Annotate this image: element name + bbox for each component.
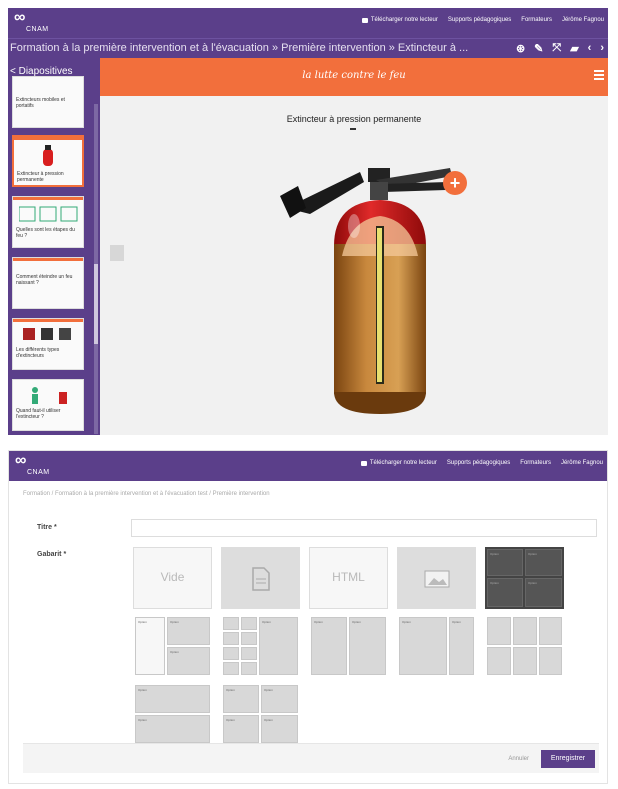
slides-sidebar: < Diapositives Extincteurs mobiles et po…: [8, 58, 100, 435]
template-cell: [513, 647, 537, 675]
slide-canvas: Extincteur à pression permanente +: [100, 96, 608, 435]
download-player-link[interactable]: Télécharger notre lecteur: [361, 17, 438, 23]
template-cell: [241, 662, 257, 675]
teaching-materials-link[interactable]: Supports pédagogiques: [448, 17, 511, 23]
extinguisher-thumb-icon: [43, 145, 53, 166]
template-cell: Option: [167, 617, 210, 645]
document-icon: [252, 567, 270, 591]
slide-header-title: la lutte contre le feu: [302, 70, 406, 81]
app-logo-2[interactable]: ∞ CNAM: [15, 453, 55, 479]
template-four-grid[interactable]: Option Option Option Option: [221, 683, 300, 745]
slide-thumbnail-2[interactable]: Extincteur à pression permanente: [12, 135, 84, 187]
template-cell: Option: [135, 617, 165, 675]
template-document[interactable]: [221, 547, 300, 609]
template-quad-dark[interactable]: Option Option Option Option: [485, 547, 564, 609]
slide-list: Extincteurs mobiles et portatifs Extinct…: [12, 76, 92, 435]
user-menu[interactable]: Jérôme Fagnou: [562, 17, 604, 23]
template-cell: Option: [487, 549, 523, 576]
app-logo[interactable]: ∞ CNAM: [14, 10, 54, 36]
form-footer: Annuler Enregistrer: [23, 743, 599, 773]
template-cell: [223, 617, 239, 630]
slide-title: Extincteur à pression permanente: [286, 114, 422, 124]
sidebar-scrollbar[interactable]: [94, 104, 98, 434]
trainers-link[interactable]: Formateurs: [521, 17, 552, 23]
slide-editor-screenshot: ∞ CNAM Télécharger notre lecteur Support…: [8, 8, 608, 435]
slide-thumbnail-4[interactable]: Comment éteindre un feu naissant ?: [12, 257, 84, 309]
template-cell: [223, 662, 239, 675]
slide-thumbnail-6[interactable]: Quand faut-il utiliser l'extincteur ?: [12, 379, 84, 431]
chevron-right-icon[interactable]: ›: [600, 42, 604, 55]
title-bar: Formation à la première intervention et …: [8, 38, 608, 58]
template-cell: [539, 617, 562, 645]
template-wide-narrow[interactable]: Option Option: [397, 615, 476, 677]
fire-extinguisher-image: [280, 168, 452, 414]
breadcrumb: Formation à la première intervention et …: [10, 42, 469, 54]
fire-steps-thumb-icon: [19, 206, 78, 222]
template-cell: [241, 617, 257, 630]
chevron-left-icon[interactable]: ‹: [588, 42, 592, 55]
template-cell: Option: [259, 617, 298, 675]
template-cell: Option: [349, 617, 386, 675]
hamburger-menu-icon[interactable]: [594, 70, 604, 80]
template-cell: Option: [261, 715, 298, 743]
template-cell: Option: [449, 617, 474, 675]
slide-thumbnail-1[interactable]: Extincteurs mobiles et portatifs: [12, 76, 84, 128]
top-navbar-2: ∞ CNAM Télécharger notre lecteur Support…: [9, 451, 607, 481]
template-cell: Option: [223, 685, 259, 713]
download-player-link-2[interactable]: Télécharger notre lecteur: [360, 460, 437, 466]
template-grid-left[interactable]: Option: [221, 615, 300, 677]
monitor-icon: [360, 460, 367, 466]
template-cell: [223, 632, 239, 645]
extinguisher-types-thumb-icon: [23, 328, 71, 340]
template-cell: [241, 632, 257, 645]
title-input[interactable]: [131, 519, 597, 537]
template-cell: Option: [487, 578, 523, 607]
expand-icon[interactable]: ⤧: [552, 42, 561, 55]
monitor-icon: [361, 17, 368, 23]
person-thumb-icon: [32, 387, 67, 404]
template-cell: Option: [135, 685, 210, 713]
breadcrumb-2[interactable]: Formation / Formation à la première inte…: [23, 491, 270, 497]
template-text-two-right[interactable]: Option Option Option: [133, 615, 212, 677]
template-label: Gabarit *: [37, 551, 67, 558]
template-cell: [539, 647, 562, 675]
image-icon: [424, 570, 450, 588]
top-navbar: ∞ CNAM Télécharger notre lecteur Support…: [8, 8, 608, 38]
add-element-button[interactable]: +: [443, 171, 467, 195]
template-cell: Option: [261, 685, 298, 713]
title-label: Titre *: [37, 524, 57, 531]
new-slide-form-screenshot: ∞ CNAM Télécharger notre lecteur Support…: [8, 450, 608, 784]
template-cell: Option: [167, 647, 210, 675]
teaching-materials-link-2[interactable]: Supports pédagogiques: [447, 460, 510, 466]
template-cell: [241, 647, 257, 660]
cancel-button[interactable]: Annuler: [508, 756, 529, 762]
template-cell: Option: [525, 578, 562, 607]
template-image[interactable]: [397, 547, 476, 609]
trainers-link-2[interactable]: Formateurs: [520, 460, 551, 466]
previous-slide-button[interactable]: [110, 245, 124, 261]
template-two-rows[interactable]: Option Option: [133, 683, 212, 745]
template-cell: [513, 617, 537, 645]
template-cell: Option: [223, 715, 259, 743]
save-button[interactable]: Enregistrer: [541, 750, 595, 768]
template-cell: Option: [311, 617, 347, 675]
share-icon[interactable]: ⊛: [516, 42, 525, 55]
template-cell: [487, 617, 511, 645]
slide-header-bar: la lutte contre le feu: [100, 58, 608, 102]
folder-icon[interactable]: ▰: [570, 42, 578, 55]
template-two-columns[interactable]: Option Option: [309, 615, 388, 677]
template-html[interactable]: HTML: [309, 547, 388, 609]
template-cell: Option: [525, 549, 562, 576]
template-six-grid[interactable]: [485, 615, 564, 677]
slide-thumbnail-3[interactable]: Quelles sont les étapes du feu ?: [12, 196, 84, 248]
slide-thumbnail-5[interactable]: Les différents types d'extincteurs: [12, 318, 84, 370]
user-menu-2[interactable]: Jérôme Fagnou: [561, 460, 603, 466]
template-cell: [487, 647, 511, 675]
template-cell: [223, 647, 239, 660]
template-cell: Option: [399, 617, 447, 675]
template-empty[interactable]: Vide: [133, 547, 212, 609]
pencil-icon[interactable]: ✎: [534, 42, 543, 55]
template-cell: Option: [135, 715, 210, 743]
